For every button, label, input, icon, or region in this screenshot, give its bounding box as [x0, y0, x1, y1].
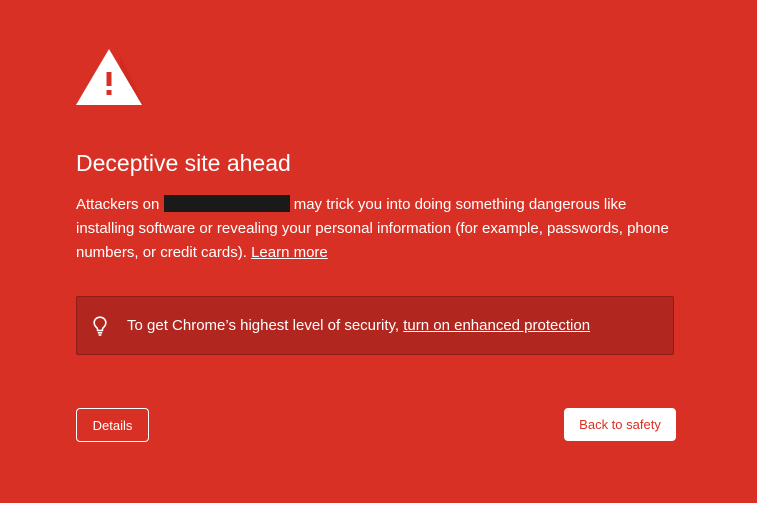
back-to-safety-button[interactable]: Back to safety: [564, 408, 676, 441]
exclamation-dot: [106, 90, 112, 95]
warning-description: Attackers on may trick you into doing so…: [76, 193, 686, 265]
enhanced-protection-text: To get Chrome’s highest level of securit…: [127, 317, 400, 334]
enhanced-protection-banner: To get Chrome’s highest level of securit…: [76, 296, 674, 355]
deceptive-site-interstitial: Deceptive site ahead Attackers on may tr…: [0, 0, 757, 503]
exclamation-bar: [106, 72, 112, 86]
lightbulb-icon: [93, 316, 107, 336]
enhanced-protection-link[interactable]: turn on enhanced protection: [403, 317, 590, 334]
warning-triangle-icon: [76, 49, 144, 105]
description-prefix: Attackers on: [76, 196, 160, 213]
learn-more-link[interactable]: Learn more: [251, 244, 328, 261]
redacted-site-url: [163, 195, 290, 212]
details-button[interactable]: Details: [76, 408, 149, 442]
page-title: Deceptive site ahead: [76, 150, 291, 176]
enhanced-protection-message: To get Chrome’s highest level of securit…: [127, 316, 590, 336]
